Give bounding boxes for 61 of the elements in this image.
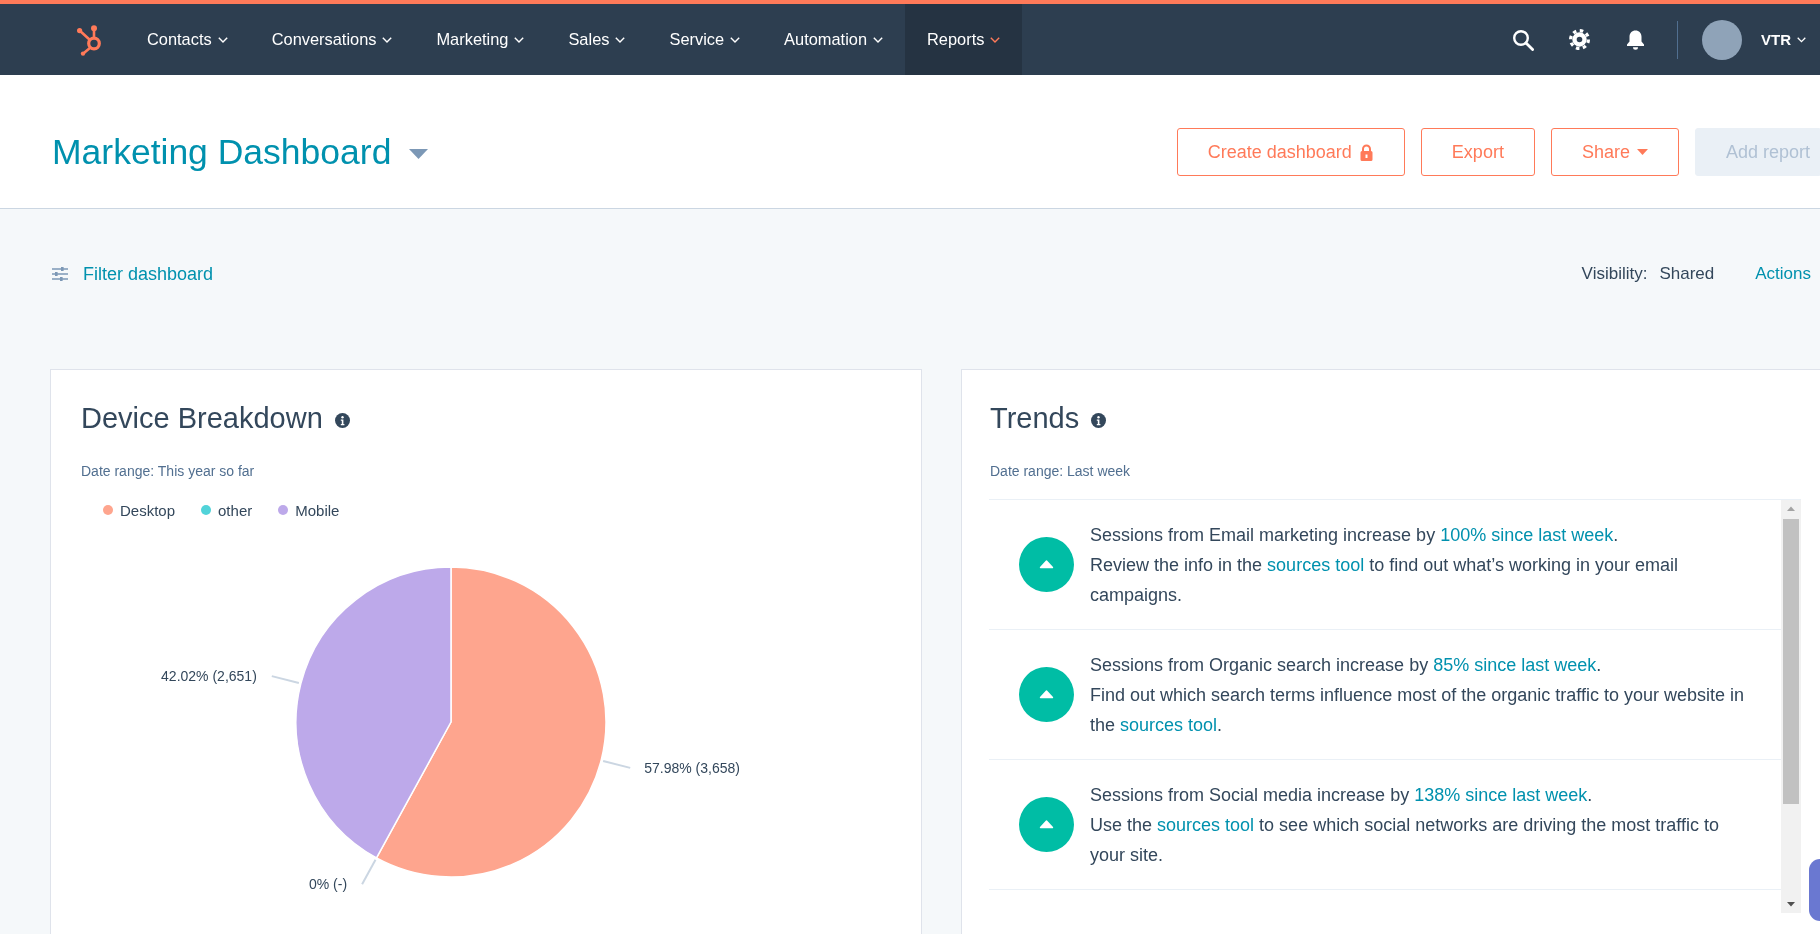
trend-detail: Find out which search terms influence most of the organic traffic to your website in the sources tool.: [1090, 683, 1745, 737]
dashboard-title: Marketing Dashboard: [52, 131, 392, 174]
nav-menu-item[interactable]: Marketing: [414, 4, 547, 75]
nav-menu-item[interactable]: Contacts: [125, 4, 250, 75]
inline-link[interactable]: 100% since last week: [1440, 524, 1614, 545]
slice-label: 57.98% (3,658): [644, 759, 740, 776]
lock-icon: [1358, 143, 1374, 161]
nav-menu-item[interactable]: Service: [647, 4, 763, 75]
scrollbar-thumb[interactable]: [1783, 519, 1799, 804]
slice-label: 0% (-): [309, 876, 348, 893]
legend-label[interactable]: Desktop: [120, 501, 176, 519]
chevron-down-icon: [1797, 36, 1806, 43]
info-icon[interactable]: [1091, 412, 1107, 428]
inline-link[interactable]: sources tool: [1157, 814, 1255, 835]
card-title: Device Breakdown: [81, 401, 323, 436]
trend-detail: Use the sources tool to see which social networks are driving the most traffic to your site.: [1090, 813, 1720, 867]
inline-link[interactable]: sources tool: [1267, 554, 1365, 575]
notifications-bell-icon[interactable]: [1625, 28, 1646, 51]
chevron-down-icon: [615, 36, 626, 43]
date-range-label: Date range: This year so far: [81, 462, 256, 481]
chevron-down-icon: [873, 36, 884, 43]
date-range-label: Date range: Last week: [990, 462, 1132, 481]
leader-line: [361, 858, 377, 886]
trend-summary: Sessions from Email marketing increase by 100% since last week.: [1090, 523, 1620, 547]
legend-label[interactable]: Mobile: [295, 501, 340, 519]
chevron-down-icon: [990, 36, 1001, 43]
inline-link[interactable]: 85% since last week: [1433, 654, 1597, 675]
card-title: Trends: [990, 401, 1080, 436]
chevron-down-icon: [514, 36, 525, 43]
leader-line: [270, 675, 300, 684]
inline-link[interactable]: sources tool: [1120, 714, 1218, 735]
caret-down-icon[interactable]: [409, 149, 429, 159]
nav-menu-item[interactable]: Conversations: [249, 4, 415, 75]
nav-menu-item[interactable]: Automation: [762, 4, 906, 75]
nav-menu-item[interactable]: Reports: [905, 4, 1023, 75]
chevron-down-icon: [382, 36, 393, 43]
caret-down-icon: [1636, 149, 1648, 155]
settings-icon[interactable]: [1569, 29, 1590, 50]
avatar-placeholder[interactable]: [1702, 19, 1742, 60]
leader-line: [602, 760, 632, 769]
toolbar-button[interactable]: Export: [1420, 128, 1535, 176]
info-icon[interactable]: [334, 412, 350, 428]
actions-link[interactable]: Actions: [1755, 264, 1811, 284]
filter-button[interactable]: Filter dashboard: [52, 263, 214, 285]
toolbar-button[interactable]: Share: [1550, 128, 1679, 176]
toolbar-button[interactable]: Create dashboard: [1176, 128, 1405, 176]
trend-summary: Sessions from Organic search increase by 85% since last week.: [1090, 653, 1603, 677]
sliders-icon: [52, 267, 68, 281]
visibility-value: Shared: [1659, 264, 1715, 284]
user-menu-button[interactable]: VTR: [1761, 31, 1806, 48]
slice-label: 42.02% (2,651): [161, 668, 257, 685]
chevron-down-icon: [217, 36, 228, 43]
chat-launcher-button[interactable]: [1809, 859, 1820, 921]
chevron-down-icon: [730, 36, 741, 43]
nav-menu-item[interactable]: Sales: [546, 4, 648, 75]
legend-label[interactable]: other: [218, 501, 253, 519]
search-icon[interactable]: [1512, 28, 1534, 51]
inline-link[interactable]: 138% since last week: [1414, 784, 1588, 805]
visibility-label: Visibility:: [1581, 264, 1648, 284]
trend-detail: Review the info in the sources tool to find out what’s working in your email campaigns.: [1090, 553, 1679, 607]
trend-summary: Sessions from Social media increase by 138% since last week.: [1090, 783, 1594, 807]
